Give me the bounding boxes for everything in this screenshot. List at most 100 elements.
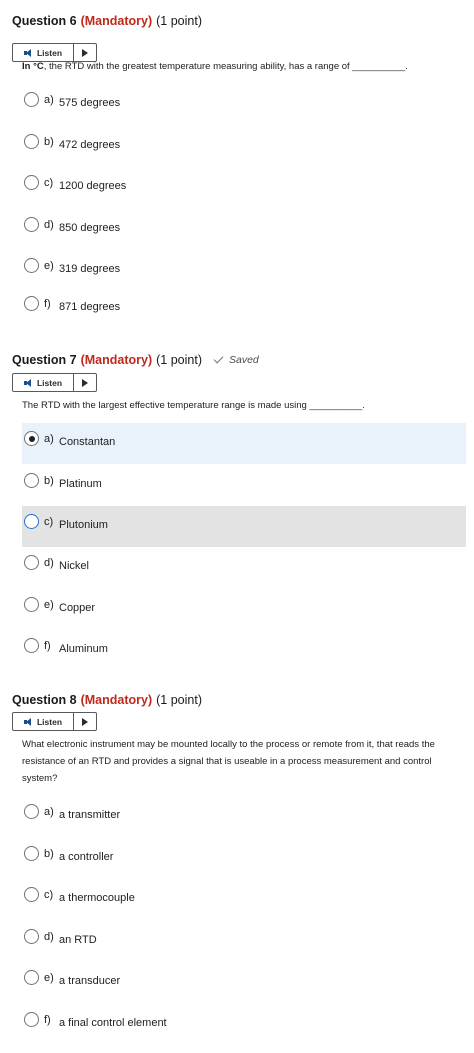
radio-button[interactable]: [24, 217, 39, 232]
saved-label: Saved: [228, 354, 259, 366]
mandatory-label: (Mandatory): [80, 693, 153, 707]
option-label: an RTD: [59, 934, 97, 946]
option-letter: f): [44, 1014, 51, 1026]
question-title: Question 7: [12, 353, 77, 367]
option-letter: d): [44, 557, 54, 569]
question-title: Question 8: [12, 693, 77, 707]
option-label: Constantan: [59, 436, 116, 448]
option-letter: a): [44, 433, 54, 445]
radio-button[interactable]: [24, 970, 39, 985]
listen-label: Listen: [36, 716, 63, 727]
option-f[interactable]: f) Aluminum: [22, 630, 466, 671]
option-letter: c): [44, 177, 54, 189]
radio-button[interactable]: [24, 92, 39, 107]
play-icon: [82, 48, 88, 57]
option-letter: b): [44, 475, 54, 487]
option-letter: b): [44, 136, 54, 148]
radio-button[interactable]: [24, 846, 39, 861]
listen-label: Listen: [36, 377, 63, 388]
option-c[interactable]: c) Plutonium: [22, 506, 466, 547]
option-letter: d): [44, 931, 54, 943]
option-d[interactable]: d) Nickel: [22, 547, 466, 588]
question-title: Question 6: [12, 14, 77, 28]
option-letter: b): [44, 848, 54, 860]
radio-button[interactable]: [24, 431, 39, 446]
question-text-body: The RTD with the largest effective tempe…: [22, 400, 365, 411]
listen-button[interactable]: Listen: [13, 374, 74, 391]
points-label: (1 point): [156, 14, 202, 28]
speaker-icon: [23, 378, 33, 387]
option-label: Copper: [59, 602, 96, 614]
option-label: 472 degrees: [59, 139, 121, 151]
option-label: a transducer: [59, 975, 121, 987]
option-letter: e): [44, 260, 54, 272]
option-a[interactable]: a) 575 degrees: [22, 83, 466, 124]
question-header: Question 7 (Mandatory) (1 point) Saved: [12, 350, 259, 370]
option-d[interactable]: d) 850 degrees: [22, 208, 466, 249]
option-letter: f): [44, 640, 51, 652]
option-a[interactable]: a) Constantan: [22, 423, 466, 464]
listen-control: Listen: [12, 712, 97, 731]
play-button[interactable]: [74, 374, 96, 391]
radio-button[interactable]: [24, 1012, 39, 1027]
mandatory-label: (Mandatory): [80, 353, 153, 367]
option-label: 575 degrees: [59, 97, 121, 109]
option-b[interactable]: b) Platinum: [22, 464, 466, 505]
question-text: The RTD with the largest effective tempe…: [22, 397, 466, 414]
option-a[interactable]: a) a transmitter: [22, 796, 466, 837]
option-label: a controller: [59, 851, 114, 863]
question-text: What electronic instrument may be mounte…: [22, 736, 466, 787]
option-letter: d): [44, 219, 54, 231]
option-b[interactable]: b) 472 degrees: [22, 125, 466, 166]
checkmark-icon: [213, 353, 224, 364]
option-label: Aluminum: [59, 643, 108, 655]
radio-button[interactable]: [24, 134, 39, 149]
speaker-icon: [23, 48, 33, 57]
radio-button[interactable]: [24, 258, 39, 273]
radio-button[interactable]: [24, 804, 39, 819]
listen-label: Listen: [36, 47, 63, 58]
question-header: Question 8 (Mandatory) (1 point): [12, 690, 202, 710]
play-button[interactable]: [74, 713, 96, 730]
points-label: (1 point): [156, 353, 202, 367]
radio-button[interactable]: [24, 514, 39, 529]
option-e[interactable]: e) Copper: [22, 589, 466, 630]
option-letter: e): [44, 972, 54, 984]
points-label: (1 point): [156, 693, 202, 707]
play-icon: [82, 378, 88, 387]
option-b[interactable]: b) a controller: [22, 838, 466, 879]
option-e[interactable]: e) a transducer: [22, 962, 466, 1003]
listen-button[interactable]: Listen: [13, 713, 74, 730]
question-text: In °C, the RTD with the greatest tempera…: [22, 58, 466, 75]
radio-button[interactable]: [24, 597, 39, 612]
option-c[interactable]: c) 1200 degrees: [22, 166, 466, 207]
radio-button[interactable]: [24, 638, 39, 653]
option-c[interactable]: c) a thermocouple: [22, 879, 466, 920]
radio-button[interactable]: [24, 929, 39, 944]
option-letter: c): [44, 516, 54, 528]
play-icon: [82, 717, 88, 726]
radio-button[interactable]: [24, 175, 39, 190]
question-text-body: What electronic instrument may be mounte…: [22, 739, 435, 784]
option-label: a final control element: [59, 1017, 167, 1029]
radio-button[interactable]: [24, 473, 39, 488]
option-e[interactable]: e) 319 degrees: [22, 249, 466, 290]
option-d[interactable]: d) an RTD: [22, 921, 466, 962]
radio-button[interactable]: [24, 296, 39, 311]
option-letter: f): [44, 298, 51, 310]
option-letter: e): [44, 599, 54, 611]
option-label: 1200 degrees: [59, 180, 127, 192]
option-label: Platinum: [59, 478, 102, 490]
option-label: Plutonium: [59, 519, 108, 531]
option-letter: a): [44, 94, 54, 106]
option-f[interactable]: f) 871 degrees: [22, 291, 466, 332]
listen-control: Listen: [12, 373, 97, 392]
option-label: a thermocouple: [59, 892, 135, 904]
question-text-bold: In °C: [22, 61, 44, 72]
question-header: Question 6 (Mandatory) (1 point): [12, 11, 202, 31]
radio-button[interactable]: [24, 555, 39, 570]
mandatory-label: (Mandatory): [80, 14, 153, 28]
option-letter: a): [44, 806, 54, 818]
radio-button[interactable]: [24, 887, 39, 902]
option-f[interactable]: f) a final control element: [22, 1004, 466, 1045]
